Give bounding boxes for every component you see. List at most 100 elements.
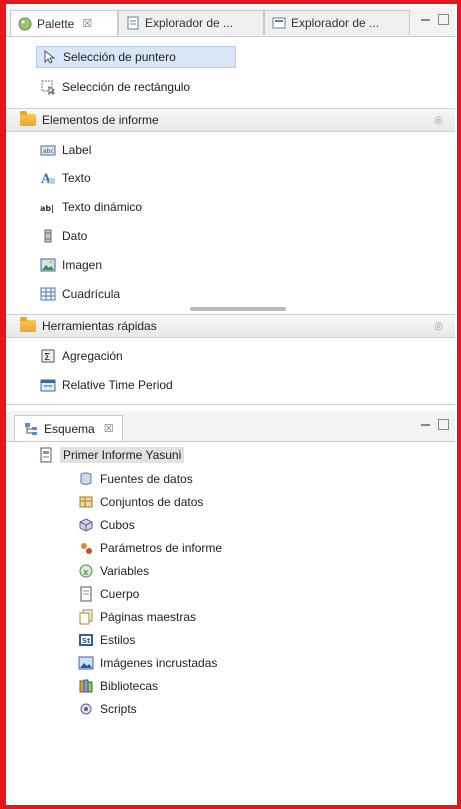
tree-node-body[interactable]: Cuerpo [78, 584, 139, 604]
tree-root-report[interactable]: Primer Informe Yasuni [38, 444, 185, 466]
minimize-icon[interactable] [421, 19, 430, 21]
data-icon [40, 228, 56, 244]
view-controls [421, 14, 449, 25]
svg-text:ab|: ab| [40, 204, 54, 213]
palette-item-data[interactable]: Dato [40, 225, 87, 247]
drawer-report-elements[interactable]: Elementos de informe ◎ [6, 108, 455, 132]
palette-tab-bar: Palette ☒ Explorador de ... Explorador d… [6, 6, 455, 37]
palette-item-label[interactable]: abc Label [40, 139, 91, 161]
node-label: Conjuntos de datos [100, 495, 204, 509]
node-label: Páginas maestras [100, 610, 197, 624]
pointer-arrow-icon [41, 49, 57, 65]
item-label: Cuadrícula [62, 287, 121, 301]
panel-divider[interactable] [6, 404, 455, 405]
item-label: Texto [62, 171, 91, 185]
drawer-title: Herramientas rápidas [42, 319, 157, 333]
svg-text:abc: abc [43, 148, 54, 155]
item-label: Relative Time Period [62, 378, 173, 392]
node-label: Imágenes incrustadas [100, 656, 218, 670]
tree-node-scripts[interactable]: Scripts [78, 699, 137, 719]
palette-icon [17, 16, 33, 32]
text-icon: A [40, 170, 56, 187]
svg-text:St: St [82, 637, 91, 645]
relative-time-icon [40, 377, 56, 393]
grid-icon [40, 286, 56, 302]
tab-label: Explorador de ... [291, 16, 380, 30]
scrollbar-thumb[interactable] [190, 307, 286, 311]
tool-pointer-select[interactable]: Selección de puntero [36, 46, 236, 68]
tree-node-embedded-images[interactable]: Imágenes incrustadas [78, 653, 217, 673]
tab-explorer-1[interactable]: Explorador de ... [118, 10, 264, 35]
tree-node-data-sources[interactable]: Fuentes de datos [78, 469, 193, 489]
marquee-select-icon [40, 79, 56, 96]
close-icon[interactable]: ☒ [82, 17, 92, 30]
tab-label: Palette [37, 16, 75, 31]
scripts-icon [78, 701, 94, 717]
palette-item-relative-time[interactable]: Relative Time Period [40, 374, 173, 396]
item-label: Dato [62, 229, 88, 243]
aggregation-icon: Σ [40, 348, 56, 364]
tool-label: Selección de rectángulo [62, 80, 191, 94]
tab-label: Explorador de ... [145, 16, 234, 30]
libraries-icon [78, 678, 94, 694]
drawer-quick-tools[interactable]: Herramientas rápidas ◎ [6, 314, 455, 338]
node-label: Variables [100, 564, 150, 578]
palette-item-text[interactable]: A Texto [40, 167, 91, 189]
palette-item-image[interactable]: Imagen [40, 254, 102, 276]
node-label: Parámetros de informe [100, 541, 223, 555]
tree-node-variables[interactable]: x Variables [78, 561, 149, 581]
svg-text:x: x [83, 568, 89, 578]
report-design-icon [38, 447, 54, 463]
data-sources-icon [78, 471, 94, 487]
folder-icon [20, 317, 36, 332]
maximize-icon[interactable] [438, 14, 449, 25]
item-label: Agregación [62, 349, 123, 363]
report-parameters-icon [78, 540, 94, 556]
drawer-title: Elementos de informe [42, 113, 159, 127]
view-controls [421, 419, 449, 430]
tab-palette[interactable]: Palette ☒ [10, 10, 118, 36]
maximize-icon[interactable] [438, 419, 449, 430]
tab-label: Esquema [44, 421, 95, 436]
pin-icon[interactable]: ◎ [434, 321, 443, 332]
body-icon [78, 586, 94, 602]
node-label: Fuentes de datos [100, 472, 193, 486]
tool-rectangle-select[interactable]: Selección de rectángulo [36, 76, 276, 98]
node-label: Scripts [100, 702, 137, 716]
tree-node-master-pages[interactable]: Páginas maestras [78, 607, 196, 627]
outline-icon [23, 421, 39, 437]
item-label: Label [62, 143, 92, 157]
item-label: Imagen [62, 258, 103, 272]
folder-icon [20, 111, 36, 126]
palette-item-dynamic-text[interactable]: ab| Texto dinámico [40, 196, 142, 218]
tree-node-styles[interactable]: St Estilos [78, 630, 135, 650]
explorer-icon [125, 15, 141, 31]
explorer-icon [271, 15, 287, 31]
svg-text:Σ: Σ [44, 352, 50, 363]
label-icon: abc [40, 142, 56, 158]
styles-icon: St [78, 632, 94, 648]
variables-icon: x [78, 563, 94, 579]
embedded-images-icon [78, 655, 94, 671]
tab-explorer-2[interactable]: Explorador de ... [264, 10, 410, 35]
pin-icon[interactable]: ◎ [434, 115, 443, 126]
palette-item-grid[interactable]: Cuadrícula [40, 283, 120, 305]
item-label: Texto dinámico [62, 200, 143, 214]
master-pages-icon [78, 609, 94, 625]
tree-node-data-sets[interactable]: Conjuntos de datos [78, 492, 203, 512]
tab-outline[interactable]: Esquema ☒ [14, 415, 123, 441]
tool-label: Selección de puntero [63, 50, 176, 64]
outline-tab-bar: Esquema ☒ [6, 411, 455, 442]
minimize-icon[interactable] [421, 424, 430, 426]
tree-node-libraries[interactable]: Bibliotecas [78, 676, 158, 696]
close-icon[interactable]: ☒ [104, 422, 114, 435]
node-label: Estilos [100, 633, 136, 647]
palette-item-aggregation[interactable]: Σ Agregación [40, 345, 123, 367]
node-label: Bibliotecas [100, 679, 159, 693]
cubes-icon [78, 517, 94, 533]
tree-root-label: Primer Informe Yasuni [60, 447, 185, 463]
tree-node-report-parameters[interactable]: Parámetros de informe [78, 538, 222, 558]
tree-node-cubes[interactable]: Cubos [78, 515, 135, 535]
image-icon [40, 257, 56, 273]
node-label: Cuerpo [100, 587, 140, 601]
